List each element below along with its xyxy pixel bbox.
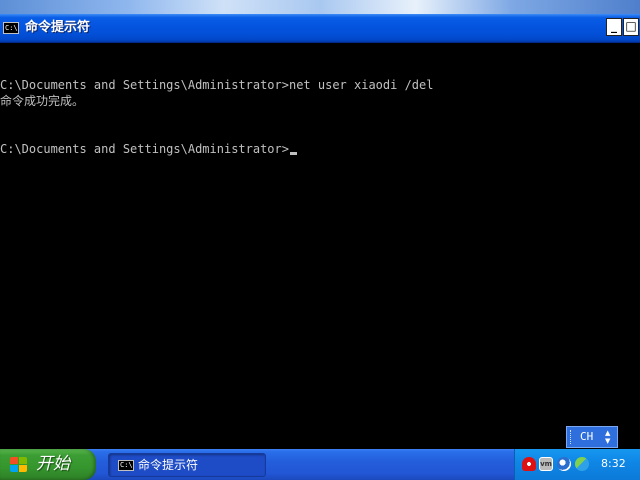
- grip-handle-icon[interactable]: [570, 430, 573, 444]
- start-button[interactable]: 开始: [0, 449, 96, 480]
- language-indicator[interactable]: CH: [580, 430, 593, 444]
- network-icon[interactable]: [575, 457, 589, 471]
- system-tray: vm 8:32: [514, 449, 640, 480]
- window-titlebar[interactable]: C:\ 命令提示符 _ □: [0, 14, 640, 43]
- console-line: 命令成功完成。: [0, 94, 85, 108]
- restore-icon: _: [611, 19, 617, 33]
- restore-button[interactable]: _: [606, 18, 622, 36]
- clock[interactable]: 8:32: [601, 457, 626, 471]
- windows-logo-icon: [10, 457, 28, 473]
- console-prompt: C:\Documents and Settings\Administrator>: [0, 142, 289, 156]
- console-icon-text: C:\: [120, 461, 133, 469]
- language-bar[interactable]: CH ▲ ▼: [566, 426, 618, 448]
- start-label: 开始: [36, 454, 70, 474]
- taskbar: 开始 C:\ 命令提示符 vm 8:32: [0, 449, 640, 480]
- console-output[interactable]: C:\Documents and Settings\Administrator>…: [0, 43, 640, 449]
- text-cursor: [289, 152, 297, 155]
- close-icon: □: [625, 19, 637, 33]
- close-button[interactable]: □: [623, 18, 639, 36]
- window-title: 命令提示符: [25, 20, 91, 35]
- taskbar-item-label: 命令提示符: [138, 458, 199, 472]
- taskbar-item-command-prompt[interactable]: C:\ 命令提示符: [108, 453, 266, 477]
- console-icon: C:\: [118, 460, 134, 471]
- vmware-icon[interactable]: vm: [539, 457, 553, 471]
- console-icon-text: C:\: [5, 24, 18, 32]
- console-prompt-line: C:\Documents and Settings\Administrator>: [0, 141, 297, 157]
- console-line: C:\Documents and Settings\Administrator>…: [0, 78, 434, 92]
- shield-icon[interactable]: [522, 457, 536, 471]
- audio-icon[interactable]: [557, 457, 571, 471]
- chevron-up-down-icon[interactable]: ▲ ▼: [605, 429, 610, 445]
- desktop-background: [0, 0, 640, 14]
- console-icon[interactable]: C:\: [3, 22, 19, 34]
